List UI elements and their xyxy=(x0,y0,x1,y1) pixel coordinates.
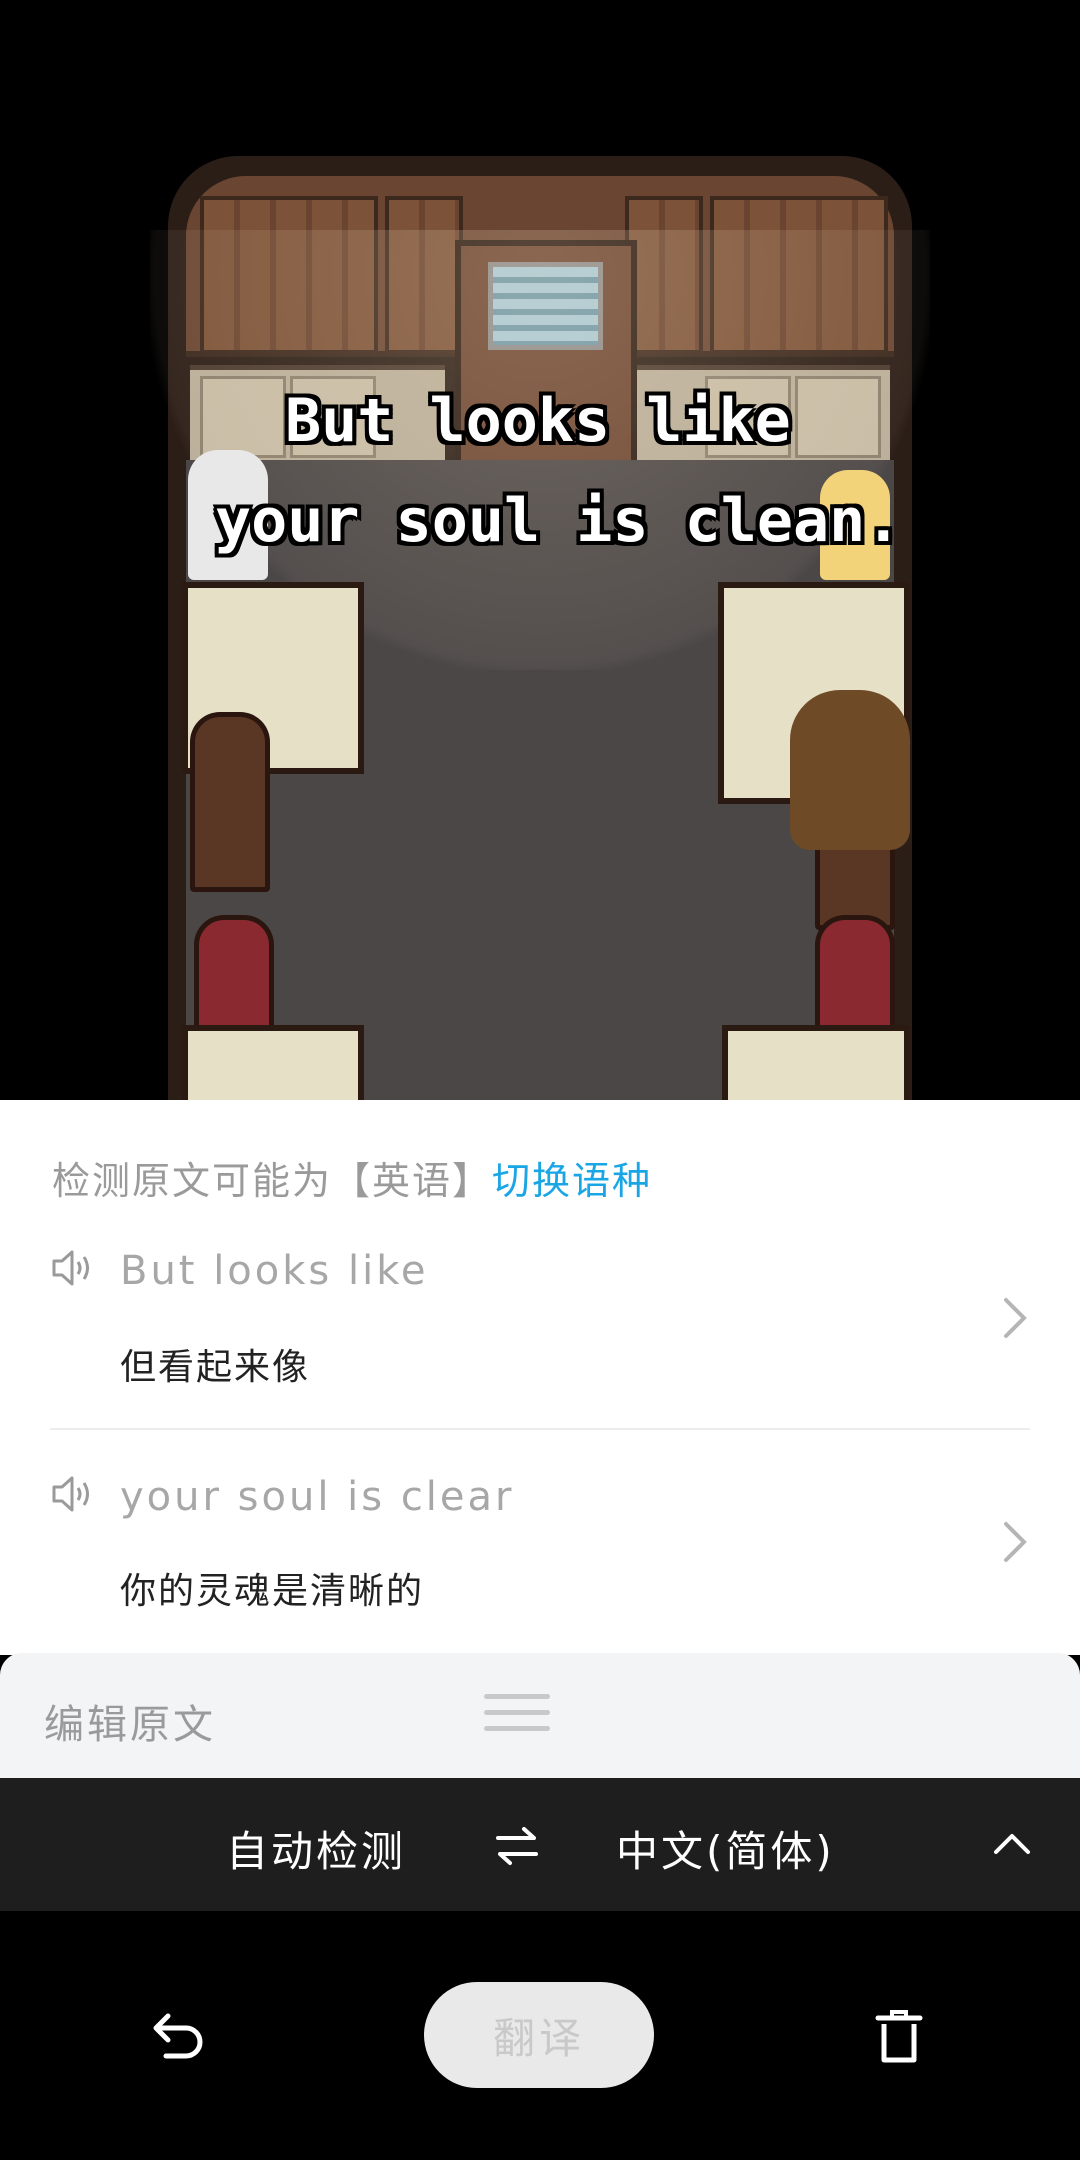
speaker-icon[interactable] xyxy=(50,1474,94,1514)
detected-language-text: 检测原文可能为【英语】 xyxy=(52,1159,493,1203)
chair xyxy=(815,915,895,1035)
swap-icon[interactable] xyxy=(492,1822,542,1870)
translate-button[interactable]: 翻译 xyxy=(424,1982,654,2088)
divider xyxy=(50,1428,1030,1430)
chair xyxy=(194,915,274,1035)
chair xyxy=(190,712,270,892)
back-icon[interactable] xyxy=(150,2006,206,2062)
table-bottom-right xyxy=(722,1025,910,1100)
chevron-right-icon[interactable] xyxy=(1002,1520,1028,1564)
speaker-icon[interactable] xyxy=(50,1248,94,1288)
result-source-text[interactable]: your soul is clear xyxy=(120,1474,515,1520)
chevron-right-icon[interactable] xyxy=(1002,1296,1028,1340)
edit-source-label[interactable]: 编辑原文 xyxy=(44,1692,216,1750)
target-language-selector[interactable]: 中文(简体) xyxy=(616,1818,835,1879)
game-caption-line1: But looks like xyxy=(285,386,791,456)
delete-icon[interactable] xyxy=(874,2008,924,2064)
drag-handle-icon[interactable] xyxy=(484,1694,550,1738)
detected-language-line: 检测原文可能为【英语】切换语种 xyxy=(52,1150,652,1205)
table-bottom-left xyxy=(182,1025,364,1100)
result-translation-text[interactable]: 你的灵魂是清晰的 xyxy=(120,1562,424,1614)
game-screenshot: But looks like your soul is clean. xyxy=(0,0,1080,1100)
result-source-text[interactable]: But looks like xyxy=(120,1248,429,1294)
switch-language-link[interactable]: 切换语种 xyxy=(492,1159,652,1203)
source-language-selector[interactable]: 自动检测 xyxy=(226,1818,406,1879)
chevron-up-icon[interactable] xyxy=(992,1828,1032,1858)
bear-character xyxy=(790,690,910,850)
result-translation-text[interactable]: 但看起来像 xyxy=(120,1338,310,1390)
game-caption-line2: your soul is clean. xyxy=(215,486,902,556)
